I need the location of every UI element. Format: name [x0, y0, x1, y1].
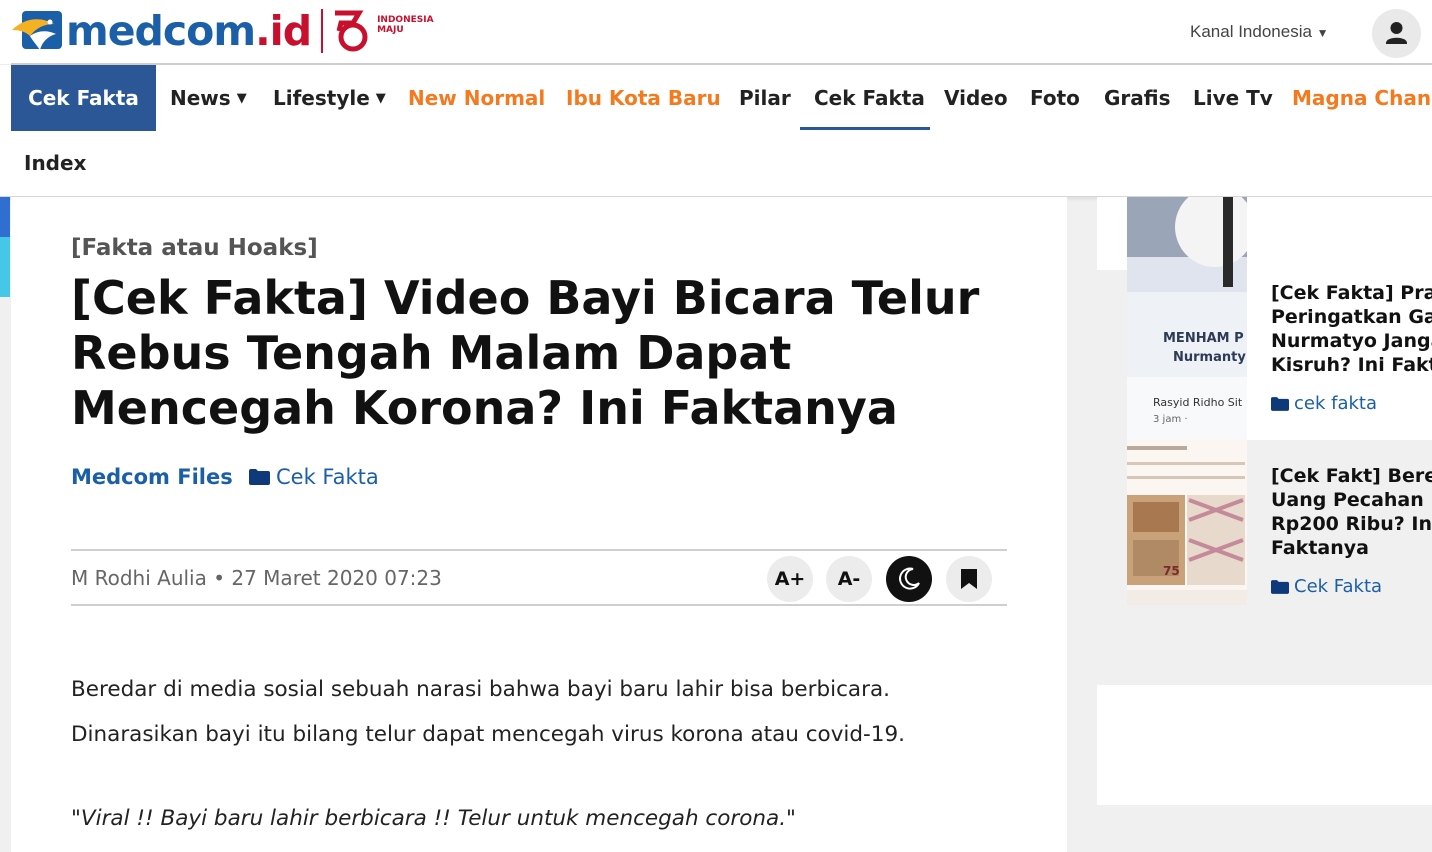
- nav-item-live-tv[interactable]: Live Tv: [1193, 65, 1273, 131]
- sidebar-thumbnail-2[interactable]: 75: [1127, 440, 1247, 605]
- side-strip-cyan: [0, 237, 10, 297]
- article-body: [Fakta atau Hoaks] [Cek Fakta] Video Bay…: [11, 197, 1067, 852]
- nav-item-pilar[interactable]: Pilar: [739, 65, 791, 131]
- moon-icon: [899, 567, 920, 590]
- nav-item-news[interactable]: News ▼: [170, 65, 247, 131]
- user-button[interactable]: [1372, 9, 1421, 58]
- font-decrease-button[interactable]: A-: [826, 556, 872, 602]
- nav-item-label: Lifestyle: [273, 86, 370, 110]
- meta-divider-bottom: [71, 604, 1007, 606]
- nav-item-cek-fakta[interactable]: Cek Fakta: [814, 65, 925, 131]
- sidebar-card-title[interactable]: [Cek Fakta] Pra Peringatkan Ga Nurmatyo …: [1271, 281, 1432, 377]
- bookmark-button[interactable]: [946, 556, 992, 602]
- kanal-selector[interactable]: Kanal Indonesia ▼: [1190, 22, 1329, 42]
- kanal-label: Kanal Indonesia: [1190, 22, 1312, 41]
- article-kicker: [Fakta atau Hoaks]: [71, 235, 318, 261]
- eagle-logo-icon: [10, 8, 64, 54]
- thumbnail-post-time: 3 jam ·: [1153, 414, 1188, 425]
- nav-item-video[interactable]: Video: [944, 65, 1008, 131]
- article-byline: M Rodhi Aulia • 27 Maret 2020 07:23: [71, 566, 442, 590]
- article-quote: "Viral !! Bayi baru lahir berbicara !! T…: [71, 806, 796, 831]
- logo-text: medcom: [66, 7, 256, 55]
- sidebar-card-category[interactable]: Cek Fakta: [1271, 576, 1382, 597]
- sidebar-card-2[interactable]: [Cek Fakt] Bere Uang Pecahan B Rp200 Rib…: [1247, 440, 1432, 605]
- banknote-post-image: [1127, 440, 1247, 605]
- logo-suffix: .id: [255, 7, 312, 55]
- nav-item-lifestyle[interactable]: Lifestyle ▼: [273, 65, 386, 131]
- thumbnail-caption-line2: Nurmanty: [1173, 350, 1246, 365]
- font-increase-button[interactable]: A+: [767, 556, 813, 602]
- top-header: medcom.id INDONESIA MAJU Kanal Indonesia…: [0, 0, 1432, 64]
- article-source-link[interactable]: Medcom Files: [71, 465, 233, 489]
- nav-item-foto[interactable]: Foto: [1030, 65, 1080, 131]
- sidebar-card-category-label: Cek Fakta: [1294, 576, 1383, 597]
- sidebar-card-title[interactable]: [Cek Fakt] Bere Uang Pecahan B Rp200 Rib…: [1271, 464, 1432, 560]
- nav-item-new-normal[interactable]: New Normal: [408, 65, 545, 131]
- article-category-link[interactable]: Cek Fakta: [249, 465, 379, 489]
- chevron-down-icon: ▼: [236, 90, 247, 106]
- user-icon: [1386, 22, 1407, 44]
- thumbnail-post-name: Rasyid Ridho Sit: [1153, 396, 1243, 409]
- nav-item-grafis[interactable]: Grafis: [1104, 65, 1171, 131]
- logo-divider: [321, 9, 324, 53]
- article-paragraph: Beredar di media sosial sebuah narasi ba…: [71, 677, 905, 747]
- indonesia-75-icon: [331, 9, 373, 53]
- folder-icon: [1271, 396, 1289, 411]
- main-nav: Cek Fakta News ▼ Lifestyle ▼ New Normal Ib…: [0, 65, 1432, 197]
- sidebar-card-category-label: cek fakta: [1294, 393, 1377, 414]
- nav-item-index[interactable]: Index: [24, 151, 86, 175]
- nav-brand-cek-fakta[interactable]: Cek Fakta: [11, 65, 156, 131]
- meta-divider-top: [71, 549, 1007, 551]
- sidebar-ad-slot: [1097, 685, 1432, 805]
- chevron-down-icon: ▼: [375, 90, 386, 106]
- thumbnail-caption-line1: MENHAM P: [1163, 331, 1244, 346]
- chevron-down-icon: ▼: [1316, 26, 1329, 40]
- sidebar-thumbnail-1[interactable]: MENHAM P Nurmanty Rasyid Ridho Sit 3 jam…: [1127, 197, 1247, 440]
- nav-item-label: News: [170, 86, 231, 110]
- dark-mode-button[interactable]: [886, 556, 932, 602]
- article-category-label: Cek Fakta: [276, 465, 379, 489]
- site-logo[interactable]: medcom.id INDONESIA MAJU: [10, 6, 434, 56]
- article-headline: [Cek Fakta] Video Bayi Bicara Telur Rebu…: [71, 271, 980, 435]
- thumbnail-badge: 75: [1163, 564, 1180, 578]
- nav-item-magna-channel[interactable]: Magna Chann: [1292, 65, 1432, 131]
- sidebar-card-1[interactable]: [Cek Fakta] Pra Peringatkan Ga Nurmatyo …: [1247, 257, 1432, 440]
- folder-icon: [1271, 579, 1289, 594]
- bookmark-icon: [961, 569, 977, 589]
- logo-badge: INDONESIA MAJU: [377, 15, 434, 35]
- nav-item-ibu-kota-baru[interactable]: Ibu Kota Baru: [566, 65, 721, 131]
- folder-icon: [249, 469, 270, 485]
- nav-active-indicator: [800, 127, 930, 130]
- sidebar-card-category[interactable]: cek fakta: [1271, 393, 1377, 414]
- side-strip-blue: [0, 197, 10, 237]
